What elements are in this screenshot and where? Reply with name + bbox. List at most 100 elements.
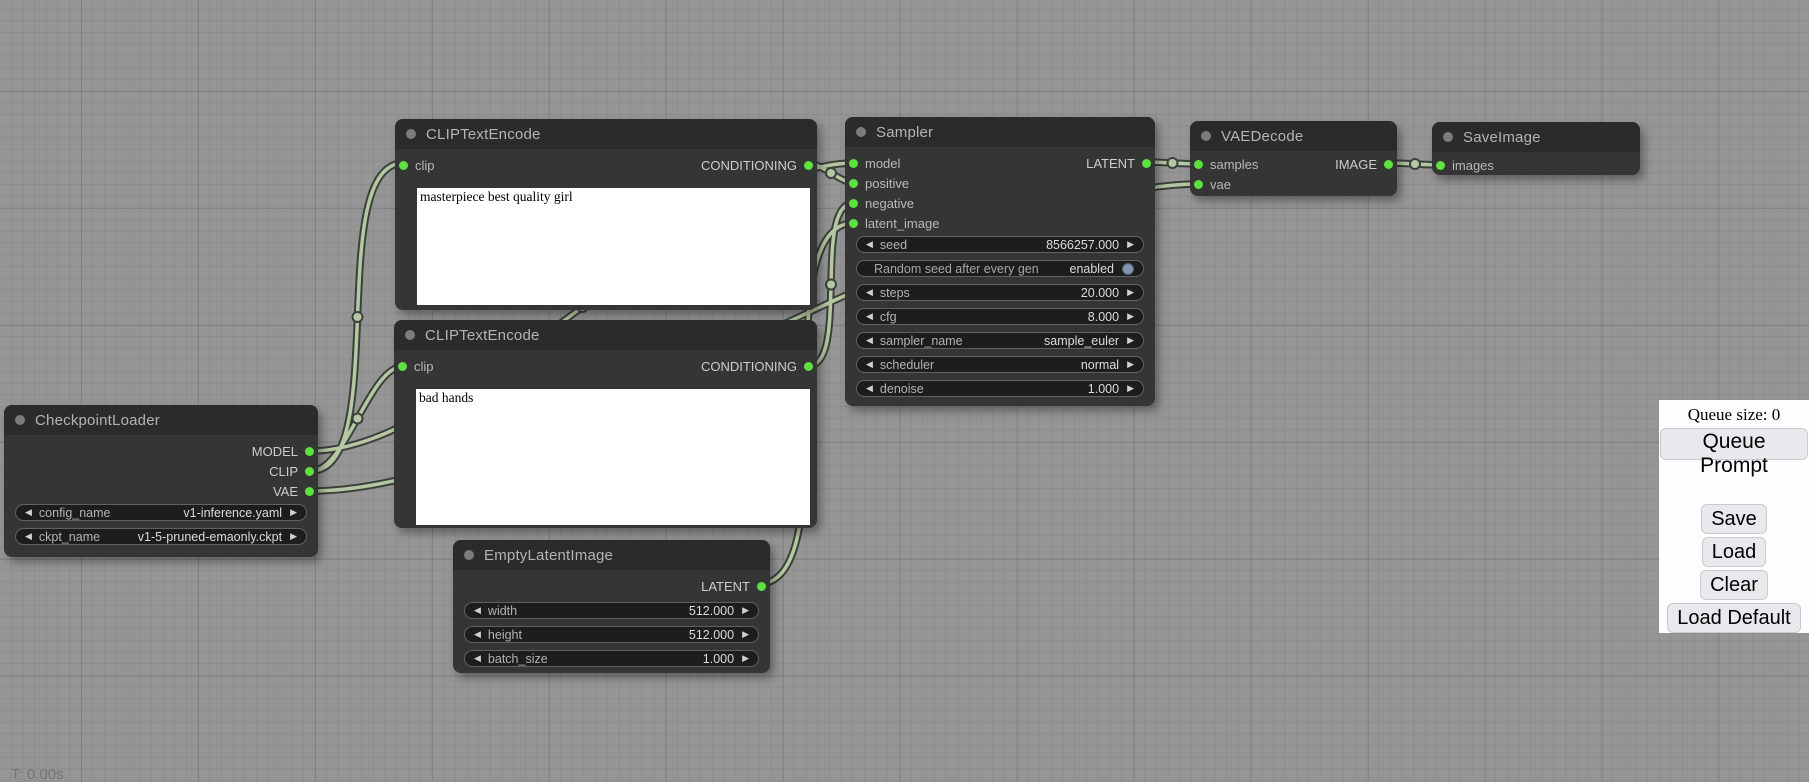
widget-ckpt-name[interactable]: ◀ ckpt_name v1-5-pruned-emaonly.ckpt ▶ (15, 528, 307, 545)
queue-prompt-button[interactable]: Queue Prompt (1660, 428, 1808, 460)
node-title-bar[interactable]: CLIPTextEncode (394, 320, 817, 350)
decrement-arrow-icon[interactable]: ◀ (474, 654, 481, 663)
toggle-dot-icon[interactable] (1122, 263, 1134, 275)
decrement-arrow-icon[interactable]: ◀ (866, 288, 873, 297)
node-vae-decode[interactable]: VAEDecode samples IMAGE vae (1190, 121, 1397, 196)
node-save-image[interactable]: SaveImage images (1432, 122, 1640, 175)
input-slot-model[interactable]: model (849, 156, 900, 171)
decrement-arrow-icon[interactable]: ◀ (866, 312, 873, 321)
decrement-arrow-icon[interactable]: ◀ (474, 630, 481, 639)
collapse-dot-icon[interactable] (405, 330, 415, 340)
output-slot-conditioning[interactable]: CONDITIONING (701, 158, 813, 173)
widget-steps[interactable]: ◀ steps 20.000 ▶ (856, 284, 1144, 301)
widget-width[interactable]: ◀ width 512.000 ▶ (464, 602, 759, 619)
slot-dot-icon[interactable] (849, 199, 858, 208)
node-title-bar[interactable]: VAEDecode (1190, 121, 1397, 151)
save-button[interactable]: Save (1701, 504, 1767, 534)
decrement-arrow-icon[interactable]: ◀ (25, 532, 32, 541)
input-slot-negative[interactable]: negative (849, 196, 914, 211)
increment-arrow-icon[interactable]: ▶ (742, 630, 749, 639)
output-slot-image[interactable]: IMAGE (1335, 157, 1393, 172)
slot-dot-icon[interactable] (849, 179, 858, 188)
slot-dot-icon[interactable] (1436, 161, 1445, 170)
widget-height[interactable]: ◀ height 512.000 ▶ (464, 626, 759, 643)
output-slot-vae[interactable]: VAE (273, 484, 314, 499)
node-sampler[interactable]: Sampler model LATENT positive (845, 117, 1155, 406)
slot-dot-icon[interactable] (305, 487, 314, 496)
slot-dot-icon[interactable] (1194, 160, 1203, 169)
slot-dot-icon[interactable] (1194, 180, 1203, 189)
output-slot-latent[interactable]: LATENT (701, 579, 766, 594)
clear-button[interactable]: Clear (1700, 570, 1768, 600)
slot-label: model (865, 156, 900, 171)
input-slot-clip[interactable]: clip (398, 359, 434, 374)
collapse-dot-icon[interactable] (464, 550, 474, 560)
input-slot-images[interactable]: images (1436, 158, 1494, 173)
increment-arrow-icon[interactable]: ▶ (1127, 360, 1134, 369)
output-slot-model[interactable]: MODEL (252, 444, 314, 459)
widget-sampler-name[interactable]: ◀ sampler_name sample_euler ▶ (856, 332, 1144, 349)
input-slot-clip[interactable]: clip (399, 158, 435, 173)
slot-dot-icon[interactable] (804, 161, 813, 170)
node-title-bar[interactable]: CLIPTextEncode (395, 119, 817, 149)
collapse-dot-icon[interactable] (856, 127, 866, 137)
negative-prompt-textarea[interactable]: bad hands (416, 389, 810, 525)
slot-dot-icon[interactable] (398, 362, 407, 371)
positive-prompt-textarea[interactable]: masterpiece best quality girl (417, 188, 810, 305)
widget-config-name[interactable]: ◀ config_name v1-inference.yaml ▶ (15, 504, 307, 521)
node-title-bar[interactable]: Sampler (845, 117, 1155, 147)
collapse-dot-icon[interactable] (406, 129, 416, 139)
widget-seed[interactable]: ◀ seed 8566257.000 ▶ (856, 236, 1144, 253)
increment-arrow-icon[interactable]: ▶ (290, 508, 297, 517)
output-slot-clip[interactable]: CLIP (269, 464, 314, 479)
slot-dot-icon[interactable] (1142, 159, 1151, 168)
render-timer-label: T: 0.00s (11, 766, 64, 783)
output-slot-conditioning[interactable]: CONDITIONING (701, 359, 813, 374)
slot-dot-icon[interactable] (399, 161, 408, 170)
slot-dot-icon[interactable] (804, 362, 813, 371)
decrement-arrow-icon[interactable]: ◀ (866, 240, 873, 249)
node-title-bar[interactable]: EmptyLatentImage (453, 540, 770, 570)
slot-dot-icon[interactable] (305, 467, 314, 476)
decrement-arrow-icon[interactable]: ◀ (866, 336, 873, 345)
node-clip-text-encode-positive[interactable]: CLIPTextEncode clip CONDITIONING masterp… (395, 119, 817, 310)
decrement-arrow-icon[interactable]: ◀ (474, 606, 481, 615)
increment-arrow-icon[interactable]: ▶ (742, 654, 749, 663)
slot-dot-icon[interactable] (305, 447, 314, 456)
increment-arrow-icon[interactable]: ▶ (1127, 240, 1134, 249)
node-title-bar[interactable]: SaveImage (1432, 122, 1640, 152)
increment-arrow-icon[interactable]: ▶ (1127, 288, 1134, 297)
input-slot-latent-image[interactable]: latent_image (849, 216, 939, 231)
node-graph-canvas[interactable]: T: 0.00s CLIPTextEncode clip CONDITIONIN… (0, 0, 1809, 782)
increment-arrow-icon[interactable]: ▶ (1127, 312, 1134, 321)
widget-random-seed-toggle[interactable]: Random seed after every gen enabled (856, 260, 1144, 277)
increment-arrow-icon[interactable]: ▶ (290, 532, 297, 541)
load-button[interactable]: Load (1702, 537, 1767, 567)
input-slot-vae[interactable]: vae (1194, 177, 1231, 192)
widget-denoise[interactable]: ◀ denoise 1.000 ▶ (856, 380, 1144, 397)
widget-scheduler[interactable]: ◀ scheduler normal ▶ (856, 356, 1144, 373)
decrement-arrow-icon[interactable]: ◀ (866, 384, 873, 393)
decrement-arrow-icon[interactable]: ◀ (866, 360, 873, 369)
node-empty-latent-image[interactable]: EmptyLatentImage LATENT ◀ width 512.000 … (453, 540, 770, 673)
collapse-dot-icon[interactable] (15, 415, 25, 425)
node-checkpoint-loader[interactable]: CheckpointLoader MODEL CLIP VAE (4, 405, 318, 557)
output-slot-latent[interactable]: LATENT (1086, 156, 1151, 171)
input-slot-samples[interactable]: samples (1194, 157, 1258, 172)
increment-arrow-icon[interactable]: ▶ (742, 606, 749, 615)
node-clip-text-encode-negative[interactable]: CLIPTextEncode clip CONDITIONING bad han… (394, 320, 817, 528)
node-title-bar[interactable]: CheckpointLoader (4, 405, 318, 435)
slot-dot-icon[interactable] (849, 219, 858, 228)
increment-arrow-icon[interactable]: ▶ (1127, 336, 1134, 345)
collapse-dot-icon[interactable] (1201, 131, 1211, 141)
collapse-dot-icon[interactable] (1443, 132, 1453, 142)
input-slot-positive[interactable]: positive (849, 176, 909, 191)
widget-batch-size[interactable]: ◀ batch_size 1.000 ▶ (464, 650, 759, 667)
decrement-arrow-icon[interactable]: ◀ (25, 508, 32, 517)
widget-cfg[interactable]: ◀ cfg 8.000 ▶ (856, 308, 1144, 325)
slot-dot-icon[interactable] (1384, 160, 1393, 169)
increment-arrow-icon[interactable]: ▶ (1127, 384, 1134, 393)
load-default-button[interactable]: Load Default (1667, 603, 1800, 633)
slot-dot-icon[interactable] (849, 159, 858, 168)
slot-dot-icon[interactable] (757, 582, 766, 591)
